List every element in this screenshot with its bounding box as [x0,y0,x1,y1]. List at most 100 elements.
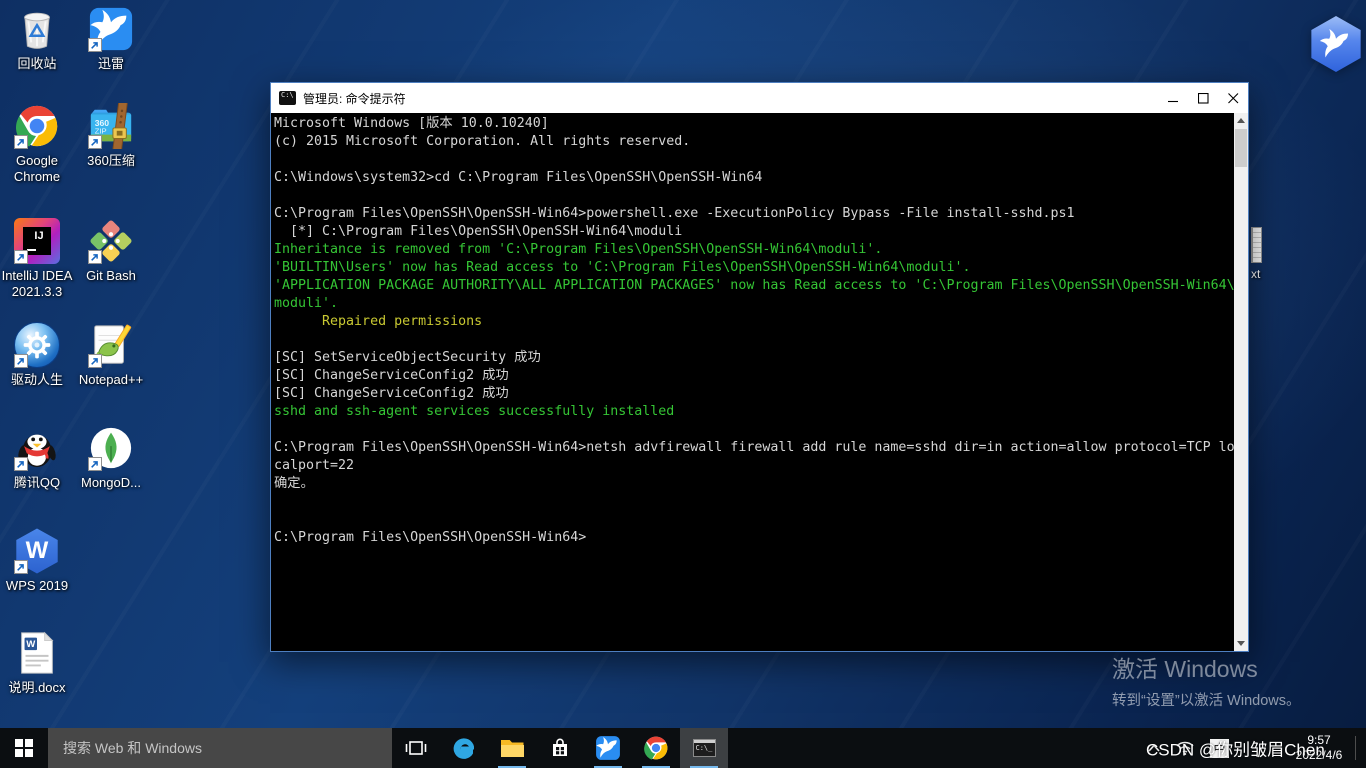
scrollbar-up-arrow[interactable] [1234,113,1248,128]
shortcut-arrow-icon [14,560,28,574]
text-file-icon-fragment [1251,227,1262,263]
task-view-button[interactable] [392,728,440,768]
icon-label: 迅雷 [66,56,156,72]
console-line [274,187,1234,205]
console-line: (c) 2015 Microsoft Corporation. All righ… [274,133,1234,151]
desktop-icon-intellij-idea[interactable]: IJ IntelliJ IDEA 2021.3.3 [0,218,74,300]
shortcut-arrow-icon [88,457,102,471]
desktop-icon-partial-txt[interactable]: xt [1251,227,1277,281]
tray-icons: 中 [1148,728,1229,768]
desktop-icon-git-bash[interactable]: Git Bash [74,218,148,284]
console-line: [SC] ChangeServiceConfig2 成功 [274,367,1234,385]
console-line: 确定。 [274,475,1234,493]
desktop-icon-tencent-qq[interactable]: 腾讯QQ [0,425,74,491]
word-document-icon: W [14,630,60,676]
chevron-up-icon[interactable] [1148,744,1160,752]
desktop: { "desktop": { "icons": [ {"label": "回收站… [0,0,1366,768]
store-icon [548,736,572,760]
console-line: [*] C:\Program Files\OpenSSH\OpenSSH-Win… [274,223,1234,241]
console-line: moduli'. [274,295,1234,313]
scrollbar-thumb[interactable] [1235,129,1247,167]
taskbar: C:\_ 中 9:57 2022/4/6 CSDN @你别皱眉Chen [0,728,1366,768]
console-scrollbar[interactable] [1234,113,1248,651]
console-line [274,511,1234,529]
console-line: 'APPLICATION PACKAGE AUTHORITY\ALL APPLI… [274,277,1234,295]
icon-label: 说明.docx [0,680,82,696]
console-line: calport=22 [274,457,1234,475]
desktop-icon-recycle-bin[interactable]: 回收站 [0,6,74,72]
start-button[interactable] [0,728,48,768]
desktop-icon-360zip[interactable]: 360 ZIP 360压缩 [74,103,148,169]
cmd-icon: C:\ [279,91,296,105]
console-line: C:\Program Files\OpenSSH\OpenSSH-Win64>p… [274,205,1234,223]
edge-icon [451,735,477,761]
shortcut-arrow-icon [88,354,102,368]
shortcut-arrow-icon [14,354,28,368]
clock-time: 9:57 [1288,733,1350,748]
icon-label: Git Bash [66,268,156,284]
thunder-icon [595,735,621,761]
scrollbar-down-arrow[interactable] [1234,636,1248,651]
shortcut-arrow-icon [88,135,102,149]
ime-indicator[interactable]: 中 [1210,739,1229,758]
console-line [274,331,1234,349]
window-title: 管理员: 命令提示符 [303,90,406,107]
taskbar-item-edge[interactable] [440,728,488,768]
show-desktop-divider[interactable] [1355,736,1356,760]
icon-label: Notepad++ [66,372,156,388]
taskbar-item-cmd[interactable]: C:\_ [680,728,728,768]
console-line: C:\Program Files\OpenSSH\OpenSSH-Win64>n… [274,439,1234,457]
shortcut-arrow-icon [14,457,28,471]
desktop-icon-mongodb[interactable]: MongoD... [74,425,148,491]
console-line: 'BUILTIN\Users' now has Read access to '… [274,259,1234,277]
search-input[interactable] [48,728,392,768]
windows-logo-icon [15,739,33,757]
icon-label: WPS 2019 [0,578,82,594]
maximize-button[interactable] [1188,83,1218,113]
desktop-icon-notepadpp[interactable]: Notepad++ [74,322,148,388]
cmd-icon: C:\_ [693,739,716,757]
shortcut-arrow-icon [14,135,28,149]
minimize-button[interactable] [1158,83,1188,113]
taskbar-search[interactable] [48,728,392,768]
desktop-icon-thunder[interactable]: 迅雷 [74,6,148,72]
taskbar-clock[interactable]: 9:57 2022/4/6 [1288,733,1350,763]
console-line: [SC] SetServiceObjectSecurity 成功 [274,349,1234,367]
console-line: Microsoft Windows [版本 10.0.10240] [274,115,1234,133]
activation-line2: 转到“设置”以激活 Windows。 [1112,689,1301,710]
console-line: sshd and ssh-agent services successfully… [274,403,1234,421]
recycle-bin-icon [14,6,60,52]
icon-label: 360压缩 [66,153,156,169]
taskbar-item-thunder[interactable] [584,728,632,768]
desktop-icon-wps[interactable]: W WPS 2019 [0,528,74,594]
shortcut-arrow-icon [14,250,28,264]
cmd-titlebar[interactable]: C:\ 管理员: 命令提示符 [271,83,1248,113]
icon-label: xt [1251,267,1277,281]
shortcut-arrow-icon [88,250,102,264]
console-line [274,151,1234,169]
close-button[interactable] [1218,83,1248,113]
thunder-hexagon-icon [1308,16,1364,72]
console-line: C:\Windows\system32>cd C:\Program Files\… [274,169,1234,187]
shortcut-arrow-icon [88,38,102,52]
console-line: Inheritance is removed from 'C:\Program … [274,241,1234,259]
clock-date: 2022/4/6 [1288,748,1350,763]
activation-line1: 激活 Windows [1112,650,1301,684]
console-output[interactable]: Microsoft Windows [版本 10.0.10240](c) 201… [271,113,1234,651]
svg-text:W: W [26,639,36,650]
desktop-icon-docx-file[interactable]: W 说明.docx [0,630,74,696]
task-view-icon [405,740,427,756]
thunder-floating-widget[interactable] [1308,16,1364,72]
taskbar-item-store[interactable] [536,728,584,768]
desktop-icon-google-chrome[interactable]: Google Chrome [0,103,74,185]
console-line [274,421,1234,439]
console-line: Repaired permissions [274,313,1234,331]
desktop-icon-driver-genius[interactable]: 驱动人生 [0,322,74,388]
file-explorer-icon [501,740,524,757]
console-line [274,493,1234,511]
taskbar-item-file-explorer[interactable] [488,728,536,768]
icon-label: MongoD... [66,475,156,491]
taskbar-item-chrome[interactable] [632,728,680,768]
activation-watermark: 激活 Windows 转到“设置”以激活 Windows。 [1112,650,1301,710]
wifi-icon[interactable] [1176,741,1194,755]
